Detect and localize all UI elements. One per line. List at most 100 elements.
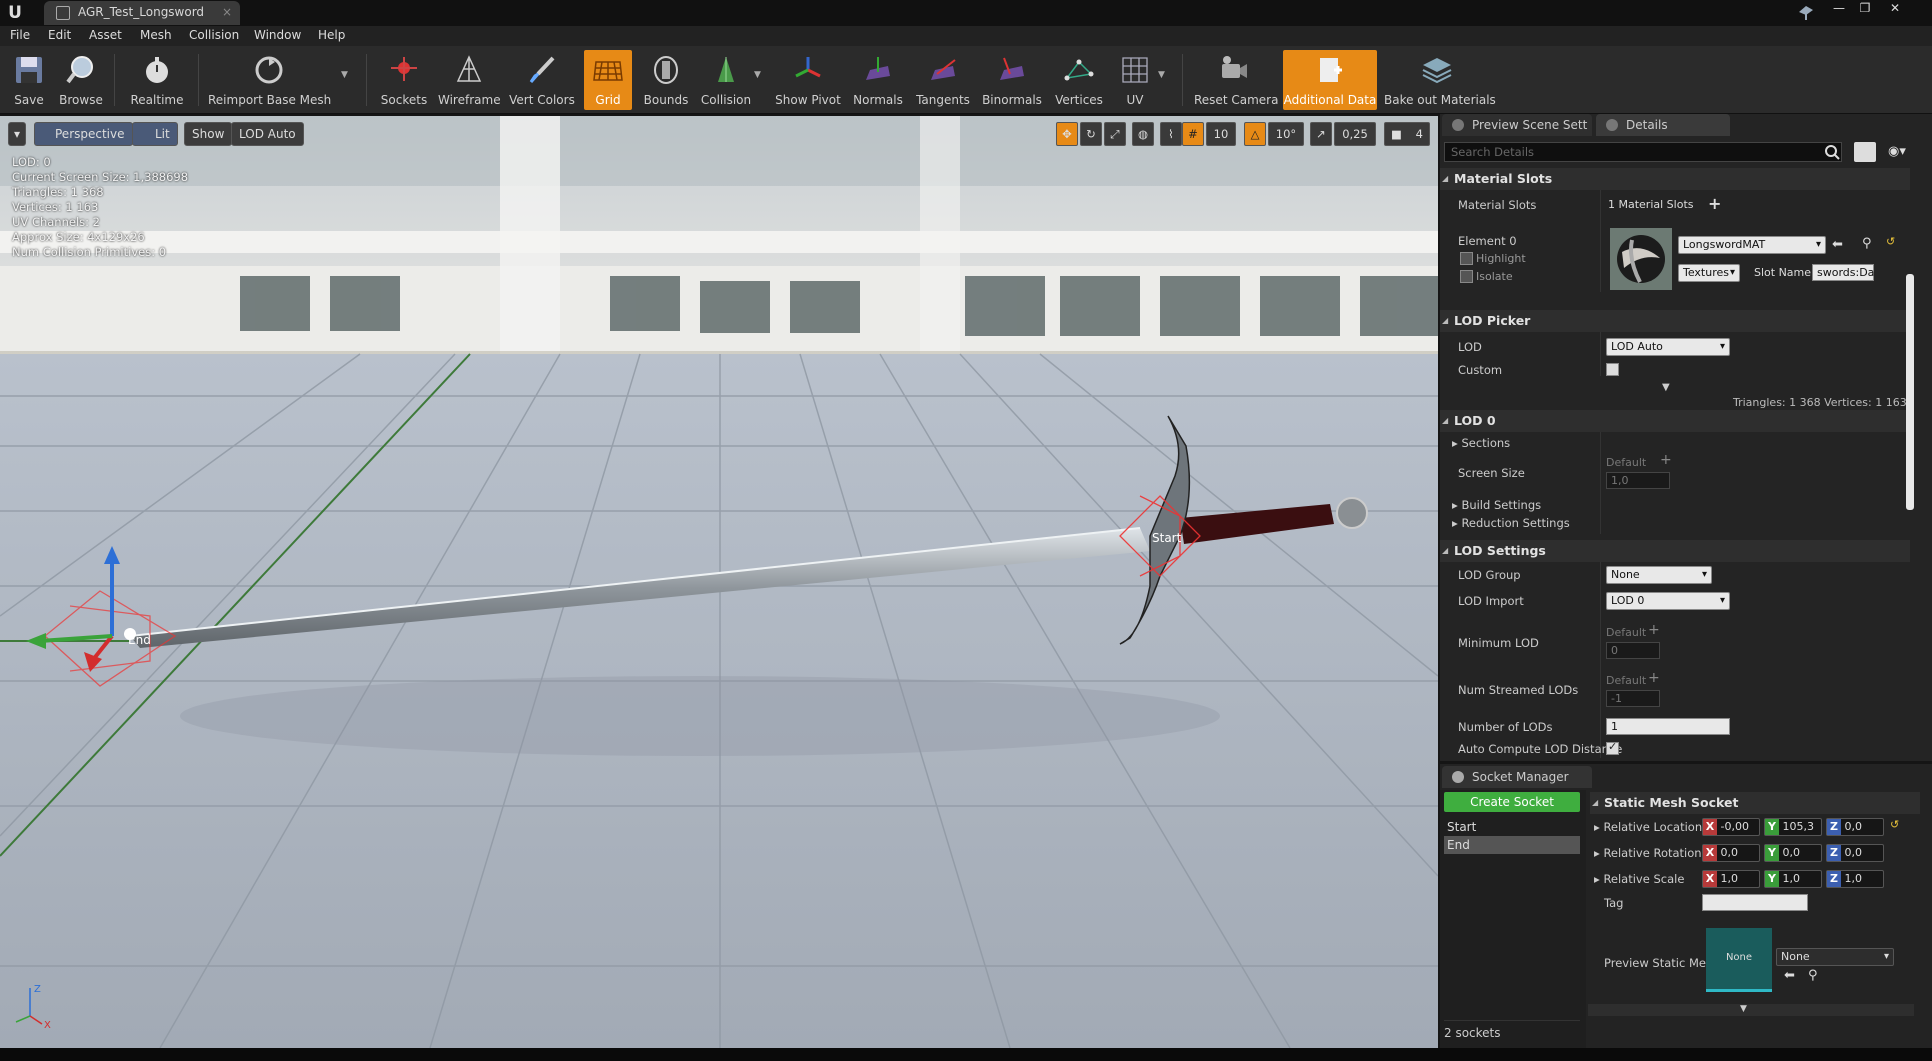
expand-arrow-icon[interactable]: ▼ [1740,1004,1747,1014]
show-button[interactable]: Show [184,122,233,146]
expand-advanced-icon[interactable]: ▼ [1662,382,1670,393]
realtime-button[interactable]: Realtime [126,50,188,110]
menu-edit[interactable]: Edit [48,28,71,42]
rotation-y-field[interactable]: Y 0,0 [1764,844,1822,862]
vertices-button[interactable]: Vertices [1052,50,1106,110]
tab-socket-manager[interactable]: Socket Manager [1442,766,1592,788]
camera-speed-button[interactable]: ■ 4 [1384,122,1430,146]
location-y-field[interactable]: Y 105,3 [1764,818,1822,836]
binormals-button[interactable]: Binormals [980,50,1044,110]
menu-asset[interactable]: Asset [89,28,122,42]
scale-z-field[interactable]: Z 1,0 [1826,870,1884,888]
create-socket-button[interactable]: Create Socket [1444,792,1580,812]
tab-details[interactable]: Details [1596,114,1730,136]
menu-collision[interactable]: Collision [189,28,239,42]
lod-group-select[interactable]: None [1606,566,1712,584]
grid-snap-icon[interactable]: # [1182,122,1204,146]
auto-compute-checkbox[interactable] [1606,740,1619,755]
menu-file[interactable]: File [10,28,30,42]
preview-mesh-select[interactable]: None [1776,948,1894,966]
additional-data-button[interactable]: Additional Data [1283,50,1377,110]
lod0-header[interactable]: LOD 0 [1440,410,1910,432]
surface-snap-icon[interactable]: ⌇ [1160,122,1182,146]
uv-dropdown-arrow-icon[interactable]: ▼ [1158,70,1165,80]
preview-mesh-thumbnail[interactable]: None [1706,928,1772,992]
tangents-button[interactable]: Tangents [914,50,972,110]
menu-mesh[interactable]: Mesh [140,28,172,42]
translate-mode-icon[interactable]: ✥ [1056,122,1078,146]
socket-item-start[interactable]: Start [1444,818,1580,836]
screen-size-field[interactable]: 1,0 [1606,472,1670,489]
reset-location-icon[interactable]: ↺ [1890,818,1899,831]
tab-close-icon[interactable]: × [222,5,232,19]
vert-colors-button[interactable]: Vert Colors [508,50,576,110]
minimum-lod-field[interactable]: 0 [1606,642,1660,659]
socket-item-end[interactable]: End [1444,836,1580,854]
num-streamed-lods-field[interactable]: -1 [1606,690,1660,707]
perspective-button[interactable]: Perspective [34,122,133,146]
number-of-lods-field[interactable]: 1 [1606,718,1730,735]
close-window-button[interactable]: ✕ [1882,0,1908,18]
collision-dropdown-arrow-icon[interactable]: ▼ [754,70,761,80]
maximize-button[interactable]: ❐ [1852,0,1878,18]
lod-selector[interactable]: LOD Auto [1606,338,1730,356]
viewport-options-dropdown[interactable]: ▾ [8,122,27,146]
scale-snap-value[interactable]: 0,25 [1334,122,1376,146]
rotate-mode-icon[interactable]: ↻ [1080,122,1102,146]
browse-mesh-icon[interactable]: ⚲ [1808,968,1818,983]
textures-dropdown[interactable]: Textures [1678,264,1740,282]
add-screen-size-icon[interactable]: + [1660,452,1672,468]
reimport-base-mesh-button[interactable]: Reimport Base Mesh [208,50,331,110]
reduction-settings-row[interactable]: ▸ Reduction Settings [1452,516,1570,530]
collision-button[interactable]: Collision [698,50,754,110]
lod-picker-header[interactable]: LOD Picker [1440,310,1910,332]
sockets-button[interactable]: Sockets [378,50,430,110]
reset-to-default-icon[interactable]: ↺ [1886,235,1895,248]
normals-button[interactable]: Normals [850,50,906,110]
rotation-z-field[interactable]: Z 0,0 [1826,844,1884,862]
location-x-field[interactable]: X -0,00 [1702,818,1760,836]
location-z-field[interactable]: Z 0,0 [1826,818,1884,836]
visibility-eye-icon[interactable]: ◉▾ [1888,144,1906,159]
static-mesh-socket-header[interactable]: Static Mesh Socket [1590,792,1920,814]
use-selected-arrow-icon[interactable]: ⬅ [1832,237,1843,252]
add-min-lod-icon[interactable]: + [1648,622,1660,638]
bake-out-materials-button[interactable]: Bake out Materials [1384,50,1496,110]
rotation-x-field[interactable]: X 0,0 [1702,844,1760,862]
source-control-icon[interactable] [1796,2,1816,22]
use-selected-mesh-icon[interactable]: ⬅ [1784,968,1795,983]
search-input[interactable]: Search Details [1444,142,1842,162]
browse-magnifier-icon[interactable]: ⚲ [1862,236,1872,251]
scale-snap-icon[interactable]: ↗ [1310,122,1332,146]
tab-preview-scene-settings[interactable]: Preview Scene Sett [1442,114,1592,136]
mesh-viewport[interactable]: Start End Z X ▾ Perspective Lit Show LOD… [0,116,1438,1048]
material-thumbnail[interactable] [1610,228,1672,290]
scale-y-field[interactable]: Y 1,0 [1764,870,1822,888]
document-tab[interactable]: AGR_Test_Longsword × [44,1,240,25]
view-options-icon[interactable] [1854,142,1876,162]
bounds-button[interactable]: Bounds [642,50,690,110]
tag-field[interactable] [1702,894,1808,911]
material-slots-header[interactable]: Material Slots [1440,168,1910,190]
highlight-checkbox[interactable] [1460,252,1473,265]
reimport-dropdown-arrow-icon[interactable]: ▼ [341,70,348,80]
save-button[interactable]: Save [8,50,50,110]
build-settings-row[interactable]: ▸ Build Settings [1452,498,1541,512]
add-streamed-lods-icon[interactable]: + [1648,670,1660,686]
lod-button[interactable]: LOD Auto [231,122,304,146]
rotation-snap-icon[interactable]: △ [1244,122,1266,146]
slot-name-field[interactable]: swords:Da [1812,264,1874,281]
scale-mode-icon[interactable]: ⤢ [1104,122,1126,146]
wireframe-button[interactable]: Wireframe [438,50,501,110]
reset-camera-button[interactable]: Reset Camera [1194,50,1278,110]
sections-row[interactable]: ▸ Sections [1452,436,1510,450]
material-selector[interactable]: LongswordMAT [1678,236,1826,254]
menu-help[interactable]: Help [318,28,345,42]
rotation-snap-value[interactable]: 10° [1268,122,1304,146]
grid-button[interactable]: Grid [584,50,632,110]
menu-window[interactable]: Window [254,28,301,42]
add-material-slot-icon[interactable]: + [1708,194,1721,213]
details-scrollbar[interactable] [1906,274,1914,510]
world-local-icon[interactable]: ◍ [1132,122,1154,146]
minimize-button[interactable]: — [1826,0,1852,18]
